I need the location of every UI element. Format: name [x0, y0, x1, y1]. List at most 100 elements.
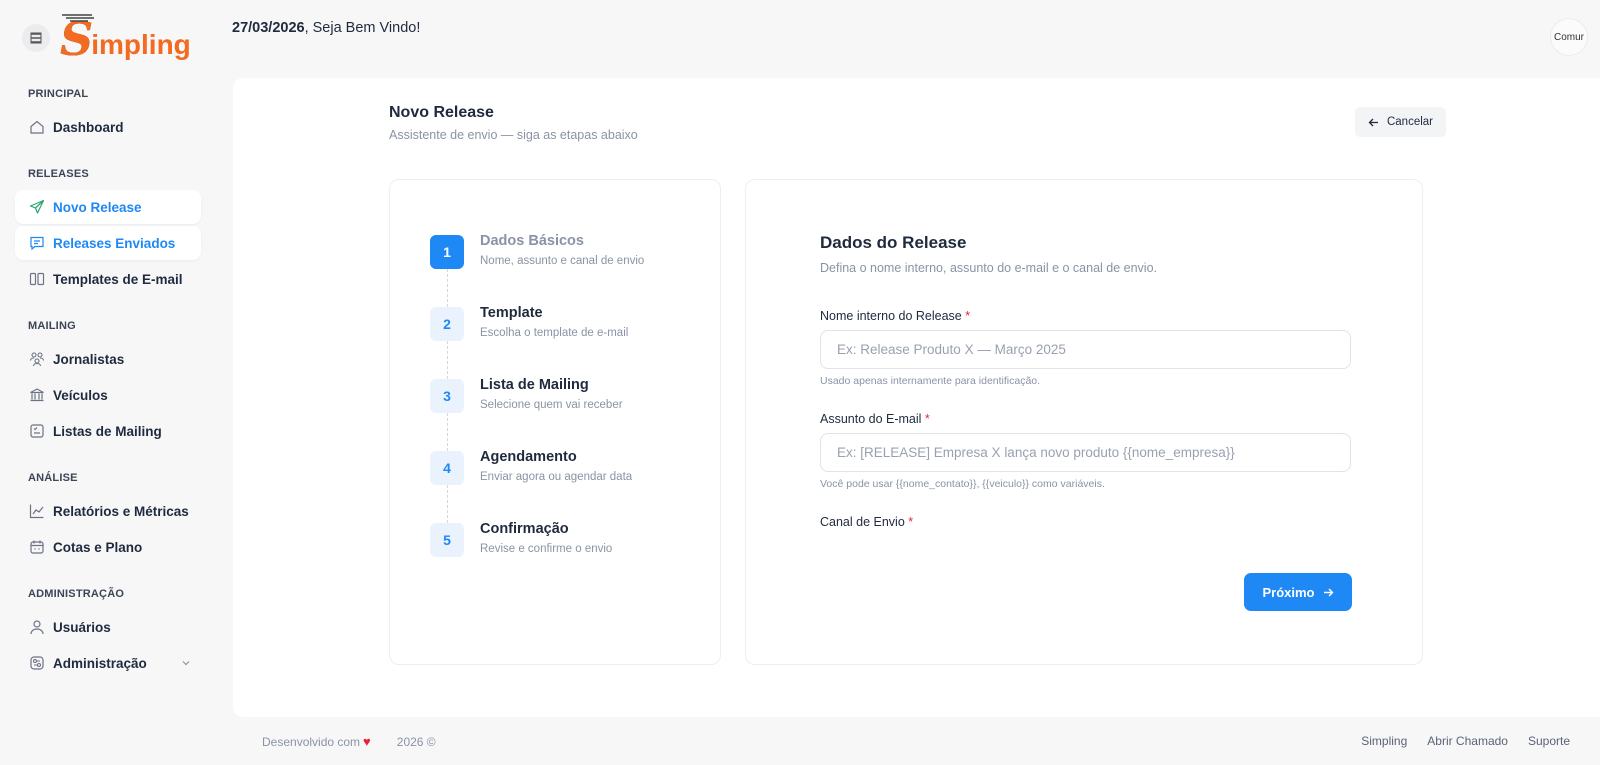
page-header: Novo Release Assistente de envio — siga …	[389, 104, 638, 142]
form-title: Dados do Release	[820, 233, 967, 252]
steps-card: 1 Dados Básicos Nome, assunto e canal de…	[389, 179, 721, 665]
step-title: Dados Básicos	[480, 233, 584, 249]
form-subtitle: Defina o nome interno, assunto do e-mail…	[820, 261, 1158, 275]
greeting-text: , Seja Bem Vindo!	[304, 20, 421, 36]
brand: S impling	[22, 14, 191, 62]
release-name-input[interactable]	[820, 330, 1351, 369]
arrow-left-icon	[1368, 118, 1378, 126]
step-number: 5	[430, 523, 464, 557]
channel-label: Canal de Envio *	[820, 515, 913, 529]
sidebar-item-releases-enviados[interactable]: Releases Enviados	[15, 226, 201, 260]
sidebar-item-jornalistas[interactable]: Jornalistas	[15, 342, 201, 376]
step-lista-mailing[interactable]: 3 Lista de Mailing Selecione quem vai re…	[430, 377, 710, 429]
step-number: 4	[430, 451, 464, 485]
logo-text: impling	[91, 29, 191, 60]
footer-credits: Desenvolvido com ♥ 2026 ©	[262, 734, 436, 749]
logo-stripes-icon	[62, 14, 94, 22]
footer-link-suporte[interactable]: Suporte	[1528, 734, 1570, 748]
sidebar-item-label: Templates de E-mail	[53, 271, 183, 287]
release-name-label: Nome interno do Release *	[820, 309, 970, 323]
sidebar-item-relatorios[interactable]: Relatórios e Métricas	[15, 494, 201, 528]
required-mark: *	[965, 309, 971, 323]
footer-link-simpling[interactable]: Simpling	[1361, 734, 1407, 748]
columns-icon	[28, 270, 46, 288]
release-name-help: Usado apenas internamente para identific…	[820, 375, 1041, 387]
step-dados-basicos[interactable]: 1 Dados Básicos Nome, assunto e canal de…	[430, 233, 710, 285]
next-label: Próximo	[1262, 584, 1315, 600]
required-mark: *	[924, 412, 930, 426]
sidebar-item-novo-release[interactable]: Novo Release	[15, 190, 201, 224]
calendar-icon	[28, 538, 46, 556]
cancel-button[interactable]: Cancelar	[1355, 107, 1446, 137]
email-subject-label: Assunto do E-mail *	[820, 412, 930, 426]
sidebar-item-usuarios[interactable]: Usuários	[15, 610, 201, 644]
step-description: Escolha o template de e-mail	[480, 327, 629, 339]
step-number: 3	[430, 379, 464, 413]
nav-section-mailing: MAILING	[28, 320, 76, 332]
step-description: Nome, assunto e canal de envio	[480, 255, 645, 267]
sidebar-item-label: Releases Enviados	[53, 235, 176, 251]
step-title: Template	[480, 305, 543, 321]
footer-links: Simpling Abrir Chamado Suporte	[1361, 734, 1570, 748]
release-form-card: Dados do Release Defina o nome interno, …	[745, 179, 1423, 665]
sidebar-item-label: Novo Release	[53, 199, 142, 215]
sidebar-nav: PRINCIPAL Dashboard RELEASES Novo Releas…	[15, 88, 201, 682]
avatar-alt-text: Comur	[1554, 31, 1585, 43]
step-number: 2	[430, 307, 464, 341]
sidebar-item-label: Cotas e Plano	[53, 539, 143, 555]
sidebar-item-templates[interactable]: Templates de E-mail	[15, 262, 201, 296]
home-icon	[28, 118, 46, 136]
chart-line-icon	[28, 502, 46, 520]
nav-section-principal: PRINCIPAL	[28, 88, 89, 100]
sidebar-item-veiculos[interactable]: Veículos	[15, 378, 201, 412]
footer-link-abrir-chamado[interactable]: Abrir Chamado	[1427, 734, 1508, 748]
step-title: Confirmação	[480, 521, 569, 537]
sidebar-item-label: Dashboard	[53, 119, 124, 135]
menu-toggle-button[interactable]	[22, 24, 50, 52]
main-panel: Novo Release Assistente de envio — siga …	[233, 78, 1600, 717]
step-title: Lista de Mailing	[480, 377, 589, 393]
footer-credit-text: Desenvolvido com	[262, 734, 361, 749]
logo: S impling	[60, 14, 191, 62]
release-name-label-text: Nome interno do Release	[820, 309, 962, 323]
step-template[interactable]: 2 Template Escolha o template de e-mail	[430, 305, 710, 357]
sidebar-item-administracao[interactable]: Administração	[15, 646, 201, 680]
users-icon	[28, 350, 46, 368]
sidebar-item-label: Administração	[53, 655, 147, 671]
sidebar-item-label: Veículos	[53, 387, 108, 403]
hamburger-icon	[30, 32, 42, 44]
sidebar-item-cotas[interactable]: Cotas e Plano	[15, 530, 201, 564]
sidebar: S impling PRINCIPAL Dashboard RELEASES N…	[0, 0, 215, 765]
page-subtitle: Assistente de envio — siga as etapas aba…	[389, 128, 638, 142]
sidebar-item-label: Relatórios e Métricas	[53, 503, 189, 519]
settings-icon	[28, 654, 46, 672]
cancel-label: Cancelar	[1386, 116, 1434, 128]
nav-section-releases: RELEASES	[28, 168, 89, 180]
page-title: Novo Release	[389, 104, 494, 121]
next-button[interactable]: Próximo	[1244, 573, 1352, 611]
step-description: Enviar agora ou agendar data	[480, 471, 633, 483]
message-icon	[28, 234, 46, 252]
nav-section-administracao: ADMINISTRAÇÃO	[28, 588, 125, 600]
sidebar-item-listas-mailing[interactable]: Listas de Mailing	[15, 414, 201, 448]
step-description: Revise e confirme o envio	[480, 543, 613, 555]
required-mark: *	[908, 515, 914, 529]
sidebar-item-dashboard[interactable]: Dashboard	[15, 110, 201, 144]
step-confirmacao[interactable]: 5 Confirmação Revise e confirme o envio	[430, 521, 710, 573]
sidebar-item-label: Listas de Mailing	[53, 423, 162, 439]
channel-label-text: Canal de Envio	[820, 515, 905, 529]
send-icon	[28, 198, 46, 216]
email-subject-help: Você pode usar {{nome_contato}}, {{veicu…	[820, 478, 1105, 490]
heart-icon: ♥	[363, 734, 371, 749]
sidebar-item-label: Usuários	[53, 619, 111, 635]
avatar[interactable]: Comur	[1550, 18, 1588, 56]
email-subject-input[interactable]	[820, 433, 1351, 472]
building-icon	[28, 386, 46, 404]
step-agendamento[interactable]: 4 Agendamento Enviar agora ou agendar da…	[430, 449, 710, 501]
email-subject-label-text: Assunto do E-mail	[820, 412, 922, 426]
user-icon	[28, 618, 46, 636]
current-date: 27/03/2026	[232, 20, 305, 36]
arrow-right-icon	[1323, 588, 1333, 596]
nav-section-analise: ANÁLISE	[28, 472, 78, 484]
footer-year: 2026 ©	[396, 734, 436, 749]
